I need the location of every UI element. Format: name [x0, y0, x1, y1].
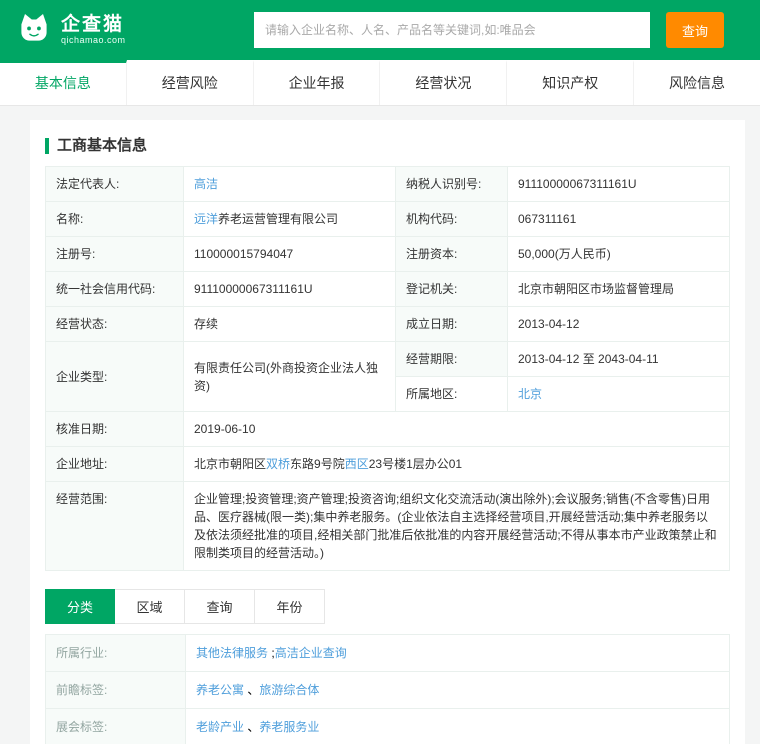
table-row: 前瞻标签: 养老公寓 、旅游综合体: [45, 671, 730, 709]
search-input[interactable]: [254, 12, 650, 48]
filter-tab-region[interactable]: 区域: [115, 589, 185, 624]
tab-risk-info[interactable]: 风险信息: [634, 60, 760, 105]
search-button[interactable]: 查询: [666, 12, 724, 48]
main-card: 工商基本信息 法定代表人: 高洁 纳税人识别号: 911100000673111…: [30, 120, 745, 744]
address-link-xiqu[interactable]: 西区: [345, 457, 369, 471]
status-label: 经营状态:: [45, 306, 184, 342]
table-row: 经营状态: 存续 成立日期: 2013-04-12: [45, 306, 730, 342]
industry-value: 其他法律服务 ;高洁企业查询: [185, 634, 730, 672]
expo-link[interactable]: 养老服务业: [259, 720, 319, 734]
section-title: 工商基本信息: [45, 138, 730, 154]
company-info-table: 法定代表人: 高洁 纳税人识别号: 91110000067311161U 名称:…: [45, 166, 730, 571]
expo-value: 老龄产业 、养老服务业: [185, 708, 730, 744]
taxpayer-id-label: 纳税人识别号:: [395, 166, 508, 202]
cat-logo-icon: [16, 10, 52, 51]
logo[interactable]: 企查猫 qichamao.com: [16, 10, 254, 51]
approval-date-label: 核准日期:: [45, 411, 184, 447]
taxpayer-id-value: 91110000067311161U: [507, 166, 730, 202]
table-row: 统一社会信用代码: 91110000067311161U 登记机关: 北京市朝阳…: [45, 271, 730, 307]
credit-code-label: 统一社会信用代码:: [45, 271, 184, 307]
reg-authority-label: 登记机关:: [395, 271, 508, 307]
table-row: 名称: 远洋养老运营管理有限公司 机构代码: 067311161: [45, 201, 730, 237]
table-row: 核准日期: 2019-06-10: [45, 411, 730, 447]
foresight-label: 前瞻标签:: [45, 671, 186, 709]
address-text: 北京市朝阳区: [194, 457, 267, 471]
region-label: 所属地区:: [395, 376, 508, 412]
industry-label: 所属行业:: [45, 634, 186, 672]
address-link-shuangqiao[interactable]: 双桥: [266, 457, 290, 471]
logo-title: 企查猫: [61, 13, 125, 35]
table-row: 经营范围: 企业管理;投资管理;资产管理;投资咨询;组织文化交流活动(演出除外)…: [45, 481, 730, 571]
expo-label: 展会标签:: [45, 708, 186, 744]
term-value: 2013-04-12 至 2043-04-11: [507, 341, 730, 377]
page: 企查猫 qichamao.com 查询 基本信息 经营风险 企业年报 经营状况 …: [0, 0, 760, 744]
address-text: 23号楼1层办公01: [368, 457, 463, 471]
company-name-link[interactable]: 远洋: [194, 212, 218, 226]
filter-tab-category[interactable]: 分类: [45, 589, 115, 624]
search-bar: 查询: [254, 12, 724, 48]
filter-tab-year[interactable]: 年份: [255, 589, 325, 624]
filter-tab-query[interactable]: 查询: [185, 589, 255, 624]
org-code-value: 067311161: [507, 201, 730, 237]
status-value: 存续: [183, 306, 396, 342]
table-row: 展会标签: 老龄产业 、养老服务业: [45, 708, 730, 744]
tags-table: 所属行业: 其他法律服务 ;高洁企业查询 前瞻标签: 养老公寓 、旅游综合体 展…: [45, 634, 730, 744]
logo-domain: qichamao.com: [61, 35, 126, 46]
company-name-rest: 养老运营管理有限公司: [218, 212, 339, 226]
industry-link[interactable]: 高洁企业查询: [275, 646, 347, 660]
scope-value: 企业管理;投资管理;资产管理;投资咨询;组织文化交流活动(演出除外);会议服务;…: [183, 481, 730, 571]
term-label: 经营期限:: [395, 341, 508, 377]
legal-rep-value: 高洁: [183, 166, 396, 202]
filter-tabs: 分类 区域 查询 年份: [45, 589, 730, 624]
table-row: 企业类型: 有限责任公司(外商投资企业法人独资) 经营期限: 2013-04-1…: [45, 341, 730, 412]
separator: 、: [244, 683, 260, 697]
company-type-label: 企业类型:: [45, 341, 184, 412]
separator: 、: [244, 720, 260, 734]
company-name-label: 名称:: [45, 201, 184, 237]
reg-no-value: 110000015794047: [183, 236, 396, 272]
reg-no-label: 注册号:: [45, 236, 184, 272]
org-code-label: 机构代码:: [395, 201, 508, 237]
table-row: 所属行业: 其他法律服务 ;高洁企业查询: [45, 634, 730, 672]
table-row: 注册号: 110000015794047 注册资本: 50,000(万人民币): [45, 236, 730, 272]
region-link[interactable]: 北京: [518, 387, 542, 401]
tab-operation-status[interactable]: 经营状况: [380, 60, 508, 105]
approval-date-value: 2019-06-10: [183, 411, 730, 447]
credit-code-value: 91110000067311161U: [183, 271, 396, 307]
legal-rep-label: 法定代表人:: [45, 166, 184, 202]
region-value: 北京: [507, 376, 730, 412]
table-row: 企业地址: 北京市朝阳区双桥东路9号院西区23号楼1层办公01: [45, 446, 730, 482]
legal-rep-link[interactable]: 高洁: [194, 177, 218, 191]
est-date-label: 成立日期:: [395, 306, 508, 342]
scope-label: 经营范围:: [45, 481, 184, 571]
table-row: 法定代表人: 高洁 纳税人识别号: 91110000067311161U: [45, 166, 730, 202]
address-label: 企业地址:: [45, 446, 184, 482]
tab-operation-risk[interactable]: 经营风险: [127, 60, 254, 105]
industry-link[interactable]: 其他法律服务: [196, 646, 268, 660]
company-type-value: 有限责任公司(外商投资企业法人独资): [183, 341, 396, 412]
company-name-value: 远洋养老运营管理有限公司: [183, 201, 396, 237]
nav-tabs: 基本信息 经营风险 企业年报 经营状况 知识产权 风险信息: [0, 60, 760, 106]
address-value: 北京市朝阳区双桥东路9号院西区23号楼1层办公01: [183, 446, 730, 482]
reg-authority-value: 北京市朝阳区市场监督管理局: [507, 271, 730, 307]
tab-intellectual-property[interactable]: 知识产权: [507, 60, 635, 105]
header: 企查猫 qichamao.com 查询: [0, 0, 760, 60]
reg-capital-value: 50,000(万人民币): [507, 236, 730, 272]
foresight-value: 养老公寓 、旅游综合体: [185, 671, 730, 709]
est-date-value: 2013-04-12: [507, 306, 730, 342]
separator: ;: [268, 646, 275, 660]
expo-link[interactable]: 老龄产业: [196, 720, 244, 734]
address-text: 东路9号院: [290, 457, 345, 471]
tab-basic-info[interactable]: 基本信息: [0, 60, 127, 105]
foresight-link[interactable]: 旅游综合体: [259, 683, 319, 697]
reg-capital-label: 注册资本:: [395, 236, 508, 272]
foresight-link[interactable]: 养老公寓: [196, 683, 244, 697]
tab-annual-report[interactable]: 企业年报: [254, 60, 381, 105]
